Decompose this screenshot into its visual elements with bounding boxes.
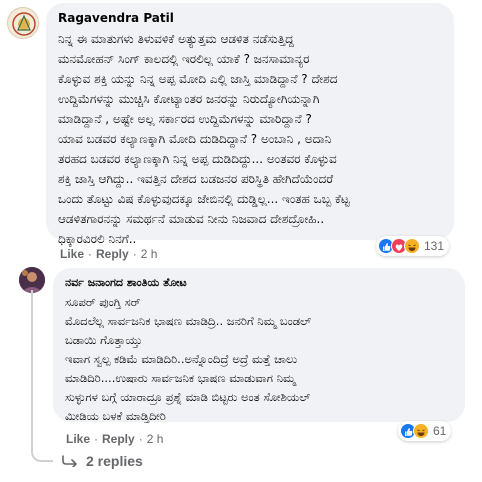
comment-timestamp[interactable]: 2 h [147,432,164,446]
view-replies-link[interactable]: 2 replies [62,453,143,469]
comment-timestamp[interactable]: 2 h [141,247,158,261]
reaction-count: 131 [424,239,445,253]
like-button[interactable]: Like [60,247,84,261]
like-button[interactable]: Like [66,432,90,446]
separator: · [132,247,137,261]
thread-line [31,290,33,450]
comment-bubble: Ragavendra Patil ನಿನ್ನ ಈ ಮಾತುಗಳು ತಿಳುವಳಿ… [46,3,454,246]
reaction-summary[interactable]: 131 [376,236,450,256]
avatar[interactable] [7,7,39,39]
reply-button[interactable]: Reply [96,247,129,261]
reaction-summary[interactable]: 61 [398,421,452,441]
separator: · [138,432,143,446]
comment-author[interactable]: Ragavendra Patil [58,10,442,26]
reply-button[interactable]: Reply [102,432,135,446]
comment-author[interactable]: ನರ್ವ ಜನಾಂಗದ ಶಾಂತಿಯ ತೋಟ [65,275,453,291]
replies-count-label[interactable]: 2 replies [86,453,143,469]
comment-actions: Like · Reply · 2 h [66,432,163,446]
reaction-count: 61 [433,424,447,438]
avatar-logo-icon [9,9,38,38]
thread-connector [31,442,53,462]
comment-text: ನಿನ್ನ ಈ ಮಾತುಗಳು ತಿಳುವಳಿಕೆ ಅತ್ಯುತ್ತಮ ಆಡಳಿ… [58,32,350,246]
haha-reaction-icon [404,238,420,254]
comment-bubble: ನರ್ವ ಜನಾಂಗದ ಶಾಂತಿಯ ತೋಟ ಸೂಪರ್ ಪುಂಗ್ತಿ ಸರ್… [53,268,465,423]
separator: · [94,432,99,446]
separator: · [88,247,93,261]
haha-reaction-icon [413,423,429,439]
comment-text: ಸೂಪರ್ ಪುಂಗ್ತಿ ಸರ್ ಮೊದಲೆಲ್ಲ ಸಾರ್ವಜನಿಕ ಭಾಷ… [65,295,312,423]
comment-actions: Like · Reply · 2 h [60,247,157,261]
reply-arrow-icon [62,455,77,467]
